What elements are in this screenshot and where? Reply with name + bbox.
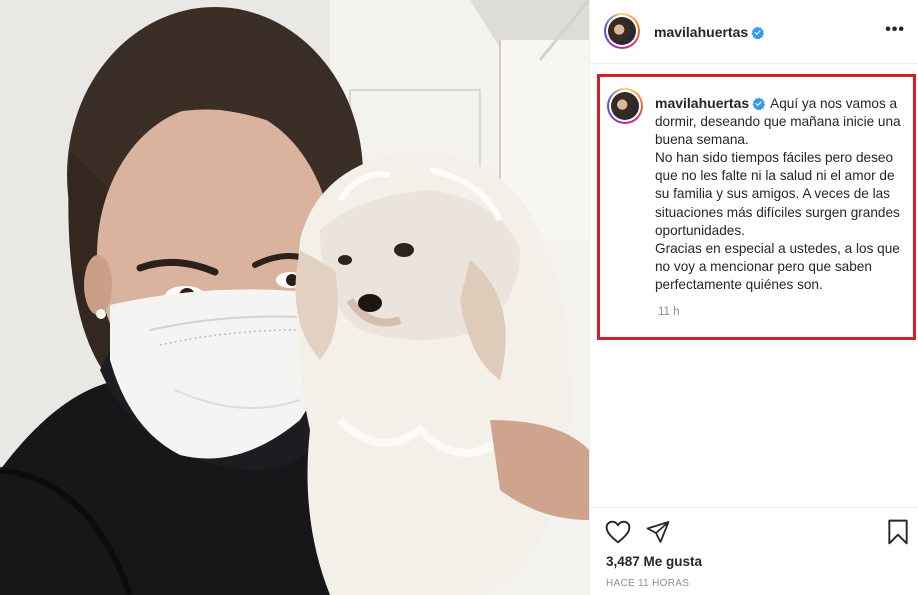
heart-icon[interactable]	[605, 520, 631, 544]
paper-plane-icon[interactable]	[646, 520, 670, 544]
verified-badge-icon	[751, 26, 765, 39]
post-side-panel: mavilahuertas ••• mavilahuertas Aquí ya n…	[589, 0, 918, 595]
bookmark-icon[interactable]	[887, 519, 909, 545]
caption-highlight-box: mavilahuertas Aquí ya nos vamos a dormir,…	[597, 74, 916, 340]
more-options-icon[interactable]: •••	[885, 22, 905, 38]
caption-text: mavilahuertas Aquí ya nos vamos a dormir,…	[655, 94, 905, 294]
verified-badge-icon	[752, 97, 766, 110]
caption-line-1: mavilahuertas Aquí ya nos vamos a dormir,…	[655, 95, 901, 148]
post-actions: 3,487 Me gusta HACE 11 HORAS	[590, 507, 918, 595]
post-photo[interactable]	[0, 0, 589, 595]
username-text[interactable]: mavilahuertas	[654, 24, 748, 40]
caption-line-3: Gracias en especial a ustedes, a los que…	[655, 240, 900, 292]
avatar[interactable]	[604, 13, 640, 49]
caption-username[interactable]: mavilahuertas	[655, 95, 766, 111]
posted-timestamp[interactable]: HACE 11 HORAS	[606, 578, 689, 589]
selfie-with-dog-image	[0, 0, 589, 595]
caption-avatar[interactable]	[607, 88, 643, 124]
likes-count[interactable]: 3,487 Me gusta	[606, 554, 702, 569]
caption-line-2: No han sido tiempos fáciles pero deseo q…	[655, 150, 900, 238]
username-link[interactable]: mavilahuertas	[654, 24, 765, 40]
caption-timestamp[interactable]: 11 h	[658, 306, 680, 318]
post-header: mavilahuertas •••	[590, 0, 918, 64]
